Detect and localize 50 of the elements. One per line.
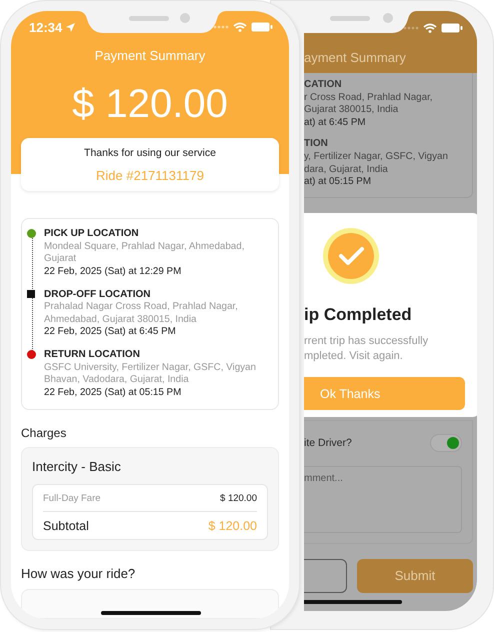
dialog-message-line: rrent trip has successfully [304, 334, 430, 349]
location-time: 22 Feb, 2025 (Sat) at 6:45 PM [44, 326, 177, 340]
location-time: at) at 05:15 PM [304, 176, 372, 189]
location-label: PICK UP LOCATION [44, 228, 140, 241]
submit-button[interactable]: Submit [357, 558, 473, 593]
battery-icon [441, 23, 463, 33]
screen-title: ayment Summary [304, 50, 406, 65]
location-address: Prahalad Nagar Cross Road, Prahlad Nagar, Ahmedabad, Gujarat 380015, India [44, 301, 239, 326]
section-heading: Charges [21, 426, 68, 440]
wifi-icon [233, 22, 247, 32]
location-arrow-icon [66, 22, 76, 32]
location-label: RETURN LOCATION [44, 349, 141, 362]
toggle-switch[interactable] [430, 434, 462, 452]
pickup-dot-icon [27, 229, 36, 238]
address-line: Gujarat 380015, India [304, 104, 400, 117]
location-time: 22 Feb, 2025 (Sat) at 05:15 PM [44, 386, 182, 400]
location-time: at) at 6:45 PM [304, 116, 367, 130]
check-icon [322, 227, 380, 285]
fare-label: Subtotal [43, 518, 89, 533]
location-label: TION [304, 138, 329, 151]
dialog-message-line: mpleted. Visit again. [304, 349, 404, 364]
signal-icon [403, 26, 419, 30]
comment-field[interactable]: mment... [304, 466, 462, 533]
dialog-title: ip Completed [304, 305, 413, 325]
signal-icon [213, 25, 229, 29]
address-line: y, Fertilizer Nagar, GSFC, Vigyan [304, 150, 449, 164]
amount-text: $ 120.00 [72, 81, 228, 128]
fare-value: $ 120.00 [208, 518, 257, 533]
address-line: dara, Gujarat, India [304, 164, 389, 176]
location-label: DROP-OFF LOCATION [44, 288, 152, 302]
location-address: Mondeal Square, Prahlad Nagar, Ahmedabad, Gujarat [44, 240, 246, 266]
thanks-text: Thanks for using our service [84, 146, 216, 159]
secondary-button[interactable] [304, 558, 347, 593]
fare-type-title: Intercity - Basic [32, 459, 122, 474]
location-label: CATION [304, 79, 343, 92]
battery-icon [251, 22, 273, 32]
return-dot-icon [27, 350, 36, 360]
fare-value: $ 120.00 [220, 492, 257, 504]
location-address: GSFC University, Fertilizer Nagar, GSFC, Vigyan Bhavan, Vadodara, Gujarat, India [44, 362, 257, 387]
fare-label: Full-Day Fare [43, 492, 101, 504]
ride-number: Ride #2171131179 [96, 168, 204, 183]
status-time: 12:34 [29, 20, 62, 34]
address-line: r Cross Road, Prahlad Nagar, [304, 92, 434, 104]
section-heading: How was your ride? [21, 566, 136, 582]
wifi-icon [423, 23, 437, 33]
dropoff-square-icon [27, 290, 35, 298]
screen-title: Payment Summary [94, 48, 206, 63]
favorite-label: ite Driver? [304, 436, 352, 449]
ok-button[interactable]: Ok Thanks [304, 377, 465, 410]
location-time: 22 Feb, 2025 (Sat) at 12:29 PM [44, 266, 182, 279]
